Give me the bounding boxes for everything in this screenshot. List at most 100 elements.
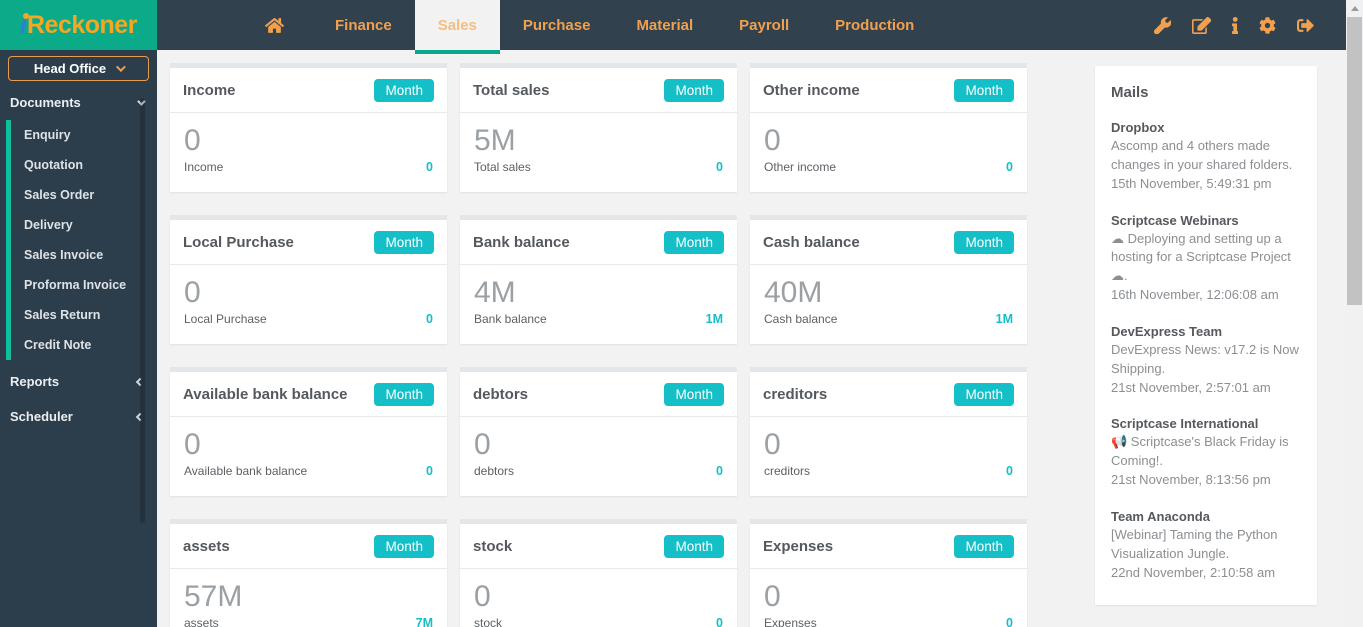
card-secondary-value[interactable]: 0 — [1006, 616, 1013, 627]
card-label: Expenses — [764, 616, 817, 627]
month-button[interactable]: Month — [374, 231, 434, 254]
card-label: Income — [184, 160, 223, 174]
month-button[interactable]: Month — [664, 79, 724, 102]
card-value: 0 — [764, 428, 1013, 463]
mail-subject: Ascomp and 4 others made changes in your… — [1111, 137, 1301, 175]
month-button[interactable]: Month — [374, 383, 434, 406]
card-label: Local Purchase — [184, 312, 267, 326]
sidebar-reports-label: Reports — [10, 374, 59, 389]
card-secondary-value[interactable]: 0 — [1006, 464, 1013, 478]
card-value: 0 — [184, 124, 433, 159]
month-button[interactable]: Month — [374, 535, 434, 558]
sidebar-section-reports[interactable]: Reports — [0, 364, 157, 399]
month-button[interactable]: Month — [664, 383, 724, 406]
gear-icon[interactable] — [1259, 17, 1276, 34]
card-label: stock — [474, 616, 502, 627]
top-navbar: FinanceSalesPurchaseMaterialPayrollProdu… — [157, 0, 1346, 50]
month-button[interactable]: Month — [954, 535, 1014, 558]
sidebar-item-sales-order[interactable]: Sales Order — [11, 180, 157, 210]
sidebar-item-proforma-invoice[interactable]: Proforma Invoice — [11, 270, 157, 300]
nav-tab-finance[interactable]: Finance — [312, 0, 415, 50]
wrench-icon[interactable] — [1154, 17, 1171, 34]
sidebar-item-sales-invoice[interactable]: Sales Invoice — [11, 240, 157, 270]
info-icon[interactable] — [1232, 17, 1238, 34]
card-secondary-value[interactable]: 0 — [716, 464, 723, 478]
card-secondary-value[interactable]: 1M — [996, 312, 1013, 326]
card-secondary-value[interactable]: 7M — [416, 616, 433, 627]
mail-subject: ☁ Deploying and setting up a hosting for… — [1111, 230, 1301, 287]
card-title: Total sales — [473, 82, 549, 99]
card-secondary-value[interactable]: 0 — [716, 616, 723, 627]
card-secondary-value[interactable]: 0 — [716, 160, 723, 174]
nav-tab-purchase[interactable]: Purchase — [500, 0, 614, 50]
logout-icon[interactable] — [1297, 17, 1314, 34]
card-label: Cash balance — [764, 312, 837, 326]
mail-item-scriptcase-webinars[interactable]: Scriptcase Webinars ☁ Deploying and sett… — [1111, 213, 1301, 305]
nav-tab-sales[interactable]: Sales — [415, 0, 500, 50]
nav-tab-payroll[interactable]: Payroll — [716, 0, 812, 50]
card-title: Local Purchase — [183, 234, 294, 251]
card-title: Available bank balance — [183, 386, 348, 403]
sidebar-section-scheduler[interactable]: Scheduler — [0, 399, 157, 434]
mail-sender: Scriptcase Webinars — [1111, 213, 1301, 228]
nav-tab-material[interactable]: Material — [613, 0, 716, 50]
month-button[interactable]: Month — [954, 383, 1014, 406]
card-assets: assets Month 57M assets 7M — [170, 519, 447, 627]
scrollbar-thumb[interactable] — [1347, 17, 1362, 305]
sidebar-section-documents[interactable]: Documents — [0, 85, 157, 120]
card-secondary-value[interactable]: 0 — [426, 312, 433, 326]
card-secondary-value[interactable]: 0 — [1006, 160, 1013, 174]
card-debtors: debtors Month 0 debtors 0 — [460, 367, 737, 496]
navbar-left: FinanceSalesPurchaseMaterialPayrollProdu… — [157, 0, 937, 50]
card-label: assets — [184, 616, 219, 627]
card-value: 4M — [474, 276, 723, 311]
card-title: Cash balance — [763, 234, 860, 251]
mail-date: 16th November, 12:06:08 am — [1111, 286, 1301, 305]
sidebar-scheduler-label: Scheduler — [10, 409, 73, 424]
sidebar-item-credit-note[interactable]: Credit Note — [11, 330, 157, 360]
nav-tab-production[interactable]: Production — [812, 0, 937, 50]
logo-text-i: i — [20, 11, 27, 40]
card-secondary-value[interactable]: 0 — [426, 464, 433, 478]
mail-item-dropbox[interactable]: Dropbox Ascomp and 4 others made changes… — [1111, 120, 1301, 194]
card-label: Other income — [764, 160, 836, 174]
card-value: 57M — [184, 580, 433, 615]
mail-item-devexpress-team[interactable]: DevExpress Team DevExpress News: v17.2 i… — [1111, 324, 1301, 398]
app-logo[interactable]: iReckoner — [0, 0, 157, 50]
sidebar-item-enquiry[interactable]: Enquiry — [11, 120, 157, 150]
card-title: stock — [473, 538, 512, 555]
home-icon — [265, 16, 284, 35]
card-secondary-value[interactable]: 1M — [706, 312, 723, 326]
month-button[interactable]: Month — [664, 231, 724, 254]
scrollbar-up-arrow[interactable] — [1346, 0, 1363, 16]
mail-item-team-anaconda[interactable]: Team Anaconda [Webinar] Taming the Pytho… — [1111, 509, 1301, 583]
office-selector-dropdown[interactable]: Head Office — [8, 56, 149, 81]
card-bank-balance: Bank balance Month 4M Bank balance 1M — [460, 215, 737, 344]
card-label: debtors — [474, 464, 514, 478]
month-button[interactable]: Month — [954, 231, 1014, 254]
card-label: creditors — [764, 464, 810, 478]
card-secondary-value[interactable]: 0 — [426, 160, 433, 174]
card-expenses: Expenses Month 0 Expenses 0 — [750, 519, 1027, 627]
card-income: Income Month 0 Income 0 — [170, 63, 447, 192]
card-value: 0 — [184, 276, 433, 311]
mail-item-scriptcase-international[interactable]: Scriptcase International 📢 Scriptcase's … — [1111, 416, 1301, 490]
kpi-cards-grid: Income Month 0 Income 0 Total sales Mont… — [170, 63, 1027, 627]
card-other-income: Other income Month 0 Other income 0 — [750, 63, 1027, 192]
mail-date: 22nd November, 2:10:58 am — [1111, 564, 1301, 583]
card-value: 40M — [764, 276, 1013, 311]
sidebar-item-sales-return[interactable]: Sales Return — [11, 300, 157, 330]
home-button[interactable] — [237, 0, 312, 50]
sidebar-item-quotation[interactable]: Quotation — [11, 150, 157, 180]
month-button[interactable]: Month — [954, 79, 1014, 102]
sidebar-item-delivery[interactable]: Delivery — [11, 210, 157, 240]
card-title: Income — [183, 82, 236, 99]
edit-icon[interactable] — [1192, 17, 1211, 34]
mails-title: Mails — [1111, 84, 1301, 101]
main-nav-tabs: FinanceSalesPurchaseMaterialPayrollProdu… — [312, 0, 937, 50]
month-button[interactable]: Month — [664, 535, 724, 558]
page-scrollbar[interactable] — [1346, 0, 1363, 627]
sidebar-scrollbar[interactable] — [140, 98, 145, 523]
month-button[interactable]: Month — [374, 79, 434, 102]
chevron-down-icon — [116, 62, 126, 72]
